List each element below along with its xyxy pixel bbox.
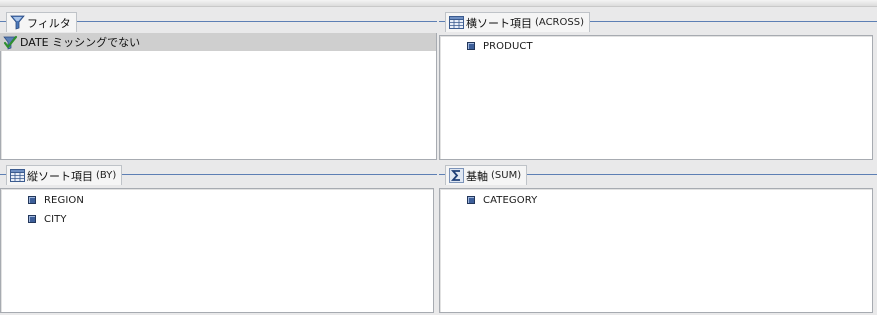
field-icon [467, 42, 475, 50]
check-filter-icon [3, 35, 18, 50]
by-panel-subtitle: (BY) [96, 170, 117, 181]
list-item[interactable]: CATEGORY [467, 192, 537, 208]
sum-panel: 基軸 (SUM) CATEGORY [439, 161, 877, 315]
field-icon [28, 196, 36, 204]
filter-item[interactable]: DATE ミッシングでない [0, 33, 436, 51]
sigma-icon [449, 168, 464, 183]
field-icon [28, 215, 36, 223]
filter-panel-header: フィルタ [0, 8, 437, 34]
grid-icon [449, 15, 464, 30]
sum-panel-subtitle: (SUM) [491, 170, 522, 181]
list-item[interactable]: PRODUCT [467, 38, 533, 54]
across-panel-subtitle: (ACROSS) [535, 17, 584, 28]
across-panel: 横ソート項目 (ACROSS) PRODUCT [439, 8, 877, 160]
by-panel-header: 縦ソート項目 (BY) [0, 161, 437, 187]
list-item-label: REGION [44, 194, 84, 206]
filter-item-label: DATE ミッシングでない [20, 36, 141, 49]
sum-panel-header: 基軸 (SUM) [439, 161, 877, 187]
list-item-label: CITY [44, 213, 67, 225]
grid-icon [10, 168, 25, 183]
list-item-label: CATEGORY [483, 194, 538, 206]
field-icon [467, 196, 475, 204]
filter-panel: フィルタ [0, 8, 437, 160]
funnel-icon [10, 15, 25, 30]
sum-panel-tab[interactable]: 基軸 (SUM) [445, 165, 528, 185]
sum-list[interactable]: CATEGORY [439, 188, 873, 313]
list-item[interactable]: CITY [28, 211, 67, 227]
by-panel: 縦ソート項目 (BY) REGION CITY [0, 161, 437, 315]
across-panel-tab[interactable]: 横ソート項目 (ACROSS) [445, 12, 590, 32]
top-toolbar-edge [0, 0, 877, 7]
by-list[interactable]: REGION CITY [0, 188, 434, 313]
filter-panel-title: フィルタ [27, 16, 71, 30]
by-panel-title: 縦ソート項目 [27, 169, 93, 183]
filter-list[interactable] [0, 33, 437, 160]
by-panel-tab[interactable]: 縦ソート項目 (BY) [6, 165, 123, 185]
across-panel-title: 横ソート項目 [466, 16, 532, 30]
across-panel-header: 横ソート項目 (ACROSS) [439, 8, 877, 34]
list-item-label: PRODUCT [483, 40, 533, 52]
filter-panel-tab[interactable]: フィルタ [6, 12, 77, 32]
across-list[interactable]: PRODUCT [439, 35, 873, 160]
sum-panel-title: 基軸 [466, 169, 488, 183]
list-item[interactable]: REGION [28, 192, 84, 208]
